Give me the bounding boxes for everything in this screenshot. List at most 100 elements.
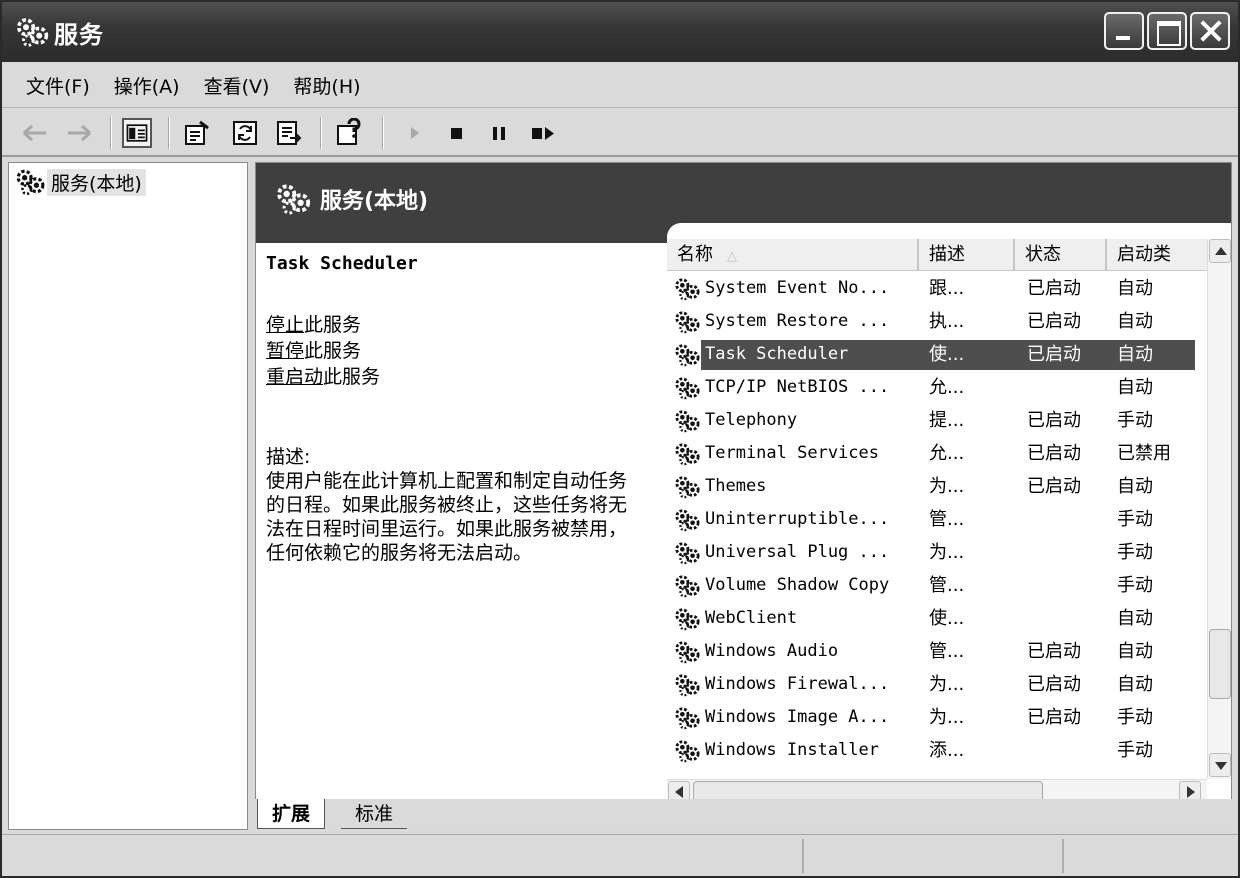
service-startup-type: 手动 bbox=[1117, 542, 1153, 563]
service-name: TCP/IP NetBIOS ... bbox=[705, 377, 890, 397]
maximize-button[interactable] bbox=[1147, 12, 1187, 50]
tab-extended[interactable]: 扩展 bbox=[257, 799, 326, 829]
selected-service-name: Task Scheduler bbox=[266, 253, 418, 274]
scroll-up-button[interactable] bbox=[1209, 239, 1231, 263]
service-gear-icon bbox=[675, 674, 700, 697]
menu-file[interactable]: 文件(F) bbox=[18, 68, 98, 103]
services-gear-icon bbox=[16, 18, 49, 48]
column-header-description[interactable]: 描述 bbox=[919, 239, 1015, 271]
scroll-thumb[interactable] bbox=[1209, 629, 1231, 699]
export-list-icon[interactable] bbox=[274, 118, 304, 148]
services-window: 服务 文件(F) 操作(A) 查看(V) 帮助(H) 服务(本地) 服务(本地)… bbox=[0, 0, 1240, 878]
service-description-cell: 管... bbox=[929, 641, 965, 662]
tree-node-label: 服务(本地) bbox=[47, 168, 146, 196]
service-description-cell: 为... bbox=[929, 542, 965, 563]
service-row[interactable]: Uninterruptible... 管... 手动 bbox=[667, 503, 1207, 536]
service-name: Terminal Services bbox=[705, 443, 879, 463]
forward-arrow-icon[interactable] bbox=[64, 118, 94, 148]
service-row[interactable]: Windows Audio 管... 已启动 自动 bbox=[667, 635, 1207, 668]
service-startup-type: 自动 bbox=[1117, 674, 1153, 695]
menu-help[interactable]: 帮助(H) bbox=[285, 68, 368, 103]
service-row[interactable]: TCP/IP NetBIOS ... 允... 自动 bbox=[667, 371, 1207, 404]
column-header-startup-type[interactable]: 启动类 bbox=[1107, 239, 1207, 271]
column-header-status[interactable]: 状态 bbox=[1015, 239, 1107, 271]
service-startup-type: 手动 bbox=[1117, 410, 1153, 431]
service-description-cell: 允... bbox=[929, 377, 965, 398]
service-row[interactable]: Windows Image A... 为... 已启动 手动 bbox=[667, 701, 1207, 734]
service-gear-icon bbox=[675, 344, 700, 367]
service-startup-type: 手动 bbox=[1117, 707, 1153, 728]
scroll-left-button[interactable] bbox=[668, 781, 690, 801]
services-gear-icon bbox=[277, 184, 311, 215]
service-status bbox=[1027, 602, 1107, 635]
restart-service-icon[interactable] bbox=[528, 118, 558, 148]
console-tree[interactable]: 服务(本地) bbox=[8, 162, 248, 830]
service-row[interactable]: Themes 为... 已启动 自动 bbox=[667, 470, 1207, 503]
description-label: 描述: bbox=[266, 446, 311, 468]
properties-icon[interactable] bbox=[182, 118, 212, 148]
service-row[interactable]: Telephony 提... 已启动 手动 bbox=[667, 404, 1207, 437]
pause-service-icon[interactable] bbox=[484, 118, 514, 148]
service-status: 已启动 bbox=[1027, 476, 1081, 497]
service-status bbox=[1027, 536, 1107, 569]
service-name: System Event No... bbox=[705, 278, 890, 298]
service-status: 已启动 bbox=[1027, 443, 1081, 464]
service-gear-icon bbox=[675, 476, 700, 499]
service-status: 已启动 bbox=[1027, 344, 1081, 365]
service-gear-icon bbox=[675, 443, 700, 466]
service-gear-icon bbox=[675, 740, 700, 763]
service-status: 已启动 bbox=[1027, 674, 1081, 695]
service-startup-type: 自动 bbox=[1117, 608, 1153, 629]
service-row[interactable]: Task Scheduler 使... 已启动 自动 bbox=[667, 338, 1207, 371]
column-header-name[interactable]: 名称 △ bbox=[667, 239, 919, 271]
service-name: Windows Audio bbox=[705, 641, 839, 661]
menu-view[interactable]: 查看(V) bbox=[196, 68, 278, 103]
service-status: 已启动 bbox=[1027, 278, 1081, 299]
close-button[interactable] bbox=[1190, 12, 1230, 50]
service-description-cell: 允... bbox=[929, 443, 965, 464]
service-status bbox=[1027, 371, 1107, 404]
back-arrow-icon[interactable] bbox=[20, 118, 50, 148]
service-row[interactable]: WebClient 使... 自动 bbox=[667, 602, 1207, 635]
service-gear-icon bbox=[675, 608, 700, 631]
service-description-cell: 提... bbox=[929, 410, 965, 431]
service-row[interactable]: System Restore ... 执... 已启动 自动 bbox=[667, 305, 1207, 338]
status-pane-2 bbox=[802, 839, 804, 873]
service-row[interactable]: Windows Firewal... 为... 已启动 自动 bbox=[667, 668, 1207, 701]
tab-standard[interactable]: 标准 bbox=[341, 799, 408, 829]
service-row[interactable]: System Event No... 跟... 已启动 自动 bbox=[667, 272, 1207, 305]
horizontal-scroll-thumb[interactable] bbox=[693, 781, 1043, 801]
refresh-icon[interactable] bbox=[230, 118, 260, 148]
service-name: Windows Image A... bbox=[705, 707, 890, 727]
service-name: Uninterruptible... bbox=[705, 509, 890, 529]
service-name: Themes bbox=[705, 476, 767, 496]
service-row[interactable]: Universal Plug ... 为... 手动 bbox=[667, 536, 1207, 569]
menu-action[interactable]: 操作(A) bbox=[106, 68, 188, 103]
panel-title: 服务(本地) bbox=[320, 189, 429, 214]
service-row[interactable]: Terminal Services 允... 已启动 已禁用 bbox=[667, 437, 1207, 470]
pause-service-link[interactable]: 暂停 bbox=[266, 340, 304, 362]
service-row[interactable]: Windows Installer 添... 手动 bbox=[667, 734, 1207, 767]
restart-service-link[interactable]: 重启动 bbox=[266, 366, 323, 388]
service-description-cell: 管... bbox=[929, 575, 965, 596]
service-row[interactable]: Volume Shadow Copy 管... 手动 bbox=[667, 569, 1207, 602]
service-name: Task Scheduler bbox=[705, 344, 849, 364]
start-service-icon[interactable] bbox=[400, 118, 430, 148]
extended-view: Task Scheduler 停止此服务 暂停此服务 重启动此服务 描述: 使用… bbox=[266, 243, 651, 565]
tree-node-services-local[interactable]: 服务(本地) bbox=[13, 167, 146, 197]
scroll-down-button[interactable] bbox=[1209, 753, 1231, 777]
services-list[interactable]: 名称 △ 描述 状态 启动类 System Event No... 跟... 已启动自… bbox=[667, 223, 1231, 801]
service-status: 已启动 bbox=[1027, 641, 1081, 662]
title-bar[interactable]: 服务 bbox=[2, 2, 1238, 62]
scroll-right-button[interactable] bbox=[1179, 781, 1201, 801]
service-name: Volume Shadow Copy bbox=[705, 575, 890, 595]
service-gear-icon bbox=[675, 311, 700, 334]
show-hide-console-tree-icon[interactable] bbox=[122, 118, 152, 148]
horizontal-scrollbar[interactable] bbox=[667, 779, 1207, 801]
service-gear-icon bbox=[675, 377, 700, 400]
stop-service-icon[interactable] bbox=[442, 118, 472, 148]
vertical-scrollbar[interactable] bbox=[1207, 239, 1231, 779]
minimize-button[interactable] bbox=[1104, 12, 1144, 50]
stop-service-link[interactable]: 停止 bbox=[266, 314, 304, 336]
help-icon[interactable] bbox=[334, 118, 364, 148]
